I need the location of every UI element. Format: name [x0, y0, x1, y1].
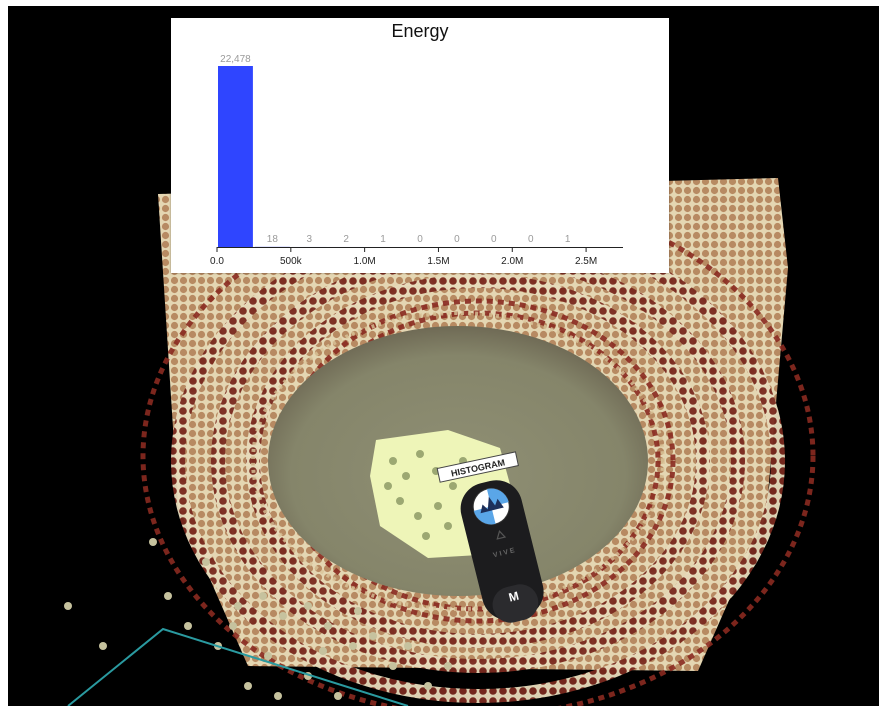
histogram-bar[interactable]: [218, 66, 253, 247]
bar-count-label: 3: [306, 234, 312, 245]
bar-count-label: 1: [565, 234, 571, 245]
vr-viewport[interactable]: VIVE M HISTOGRAM Energy 22,478 18 3 2 1 0 0 0 0 1…: [8, 6, 879, 706]
x-axis-tick-label: 500k: [280, 256, 303, 267]
bar-count-label: 0: [491, 234, 497, 245]
energy-histogram-panel[interactable]: Energy 22,478 18 3 2 1 0 0 0 0 1 0.0 500k 1.0M 1.5M 2…: [171, 18, 669, 273]
x-axis-tick-label: 1.5M: [427, 256, 449, 267]
bar-count-label: 0: [454, 234, 460, 245]
x-axis-tick-label: 2.5M: [575, 256, 597, 267]
bar-count-label: 18: [267, 234, 279, 245]
bar-count-label: 0: [528, 234, 534, 245]
x-axis-tick-label: 2.0M: [501, 256, 523, 267]
bar-count-label: 1: [380, 234, 386, 245]
x-axis-tick-label: 1.0M: [354, 256, 376, 267]
energy-histogram-chart: Energy 22,478 18 3 2 1 0 0 0 0 1 0.0 500k 1.0M 1.5M 2…: [210, 21, 623, 267]
bar-count-label: 22,478: [220, 54, 251, 65]
x-axis-tick-label: 0.0: [210, 256, 224, 267]
bar-count-label: 2: [343, 234, 349, 245]
histogram-title: Energy: [391, 21, 448, 41]
bar-count-label: 0: [417, 234, 423, 245]
